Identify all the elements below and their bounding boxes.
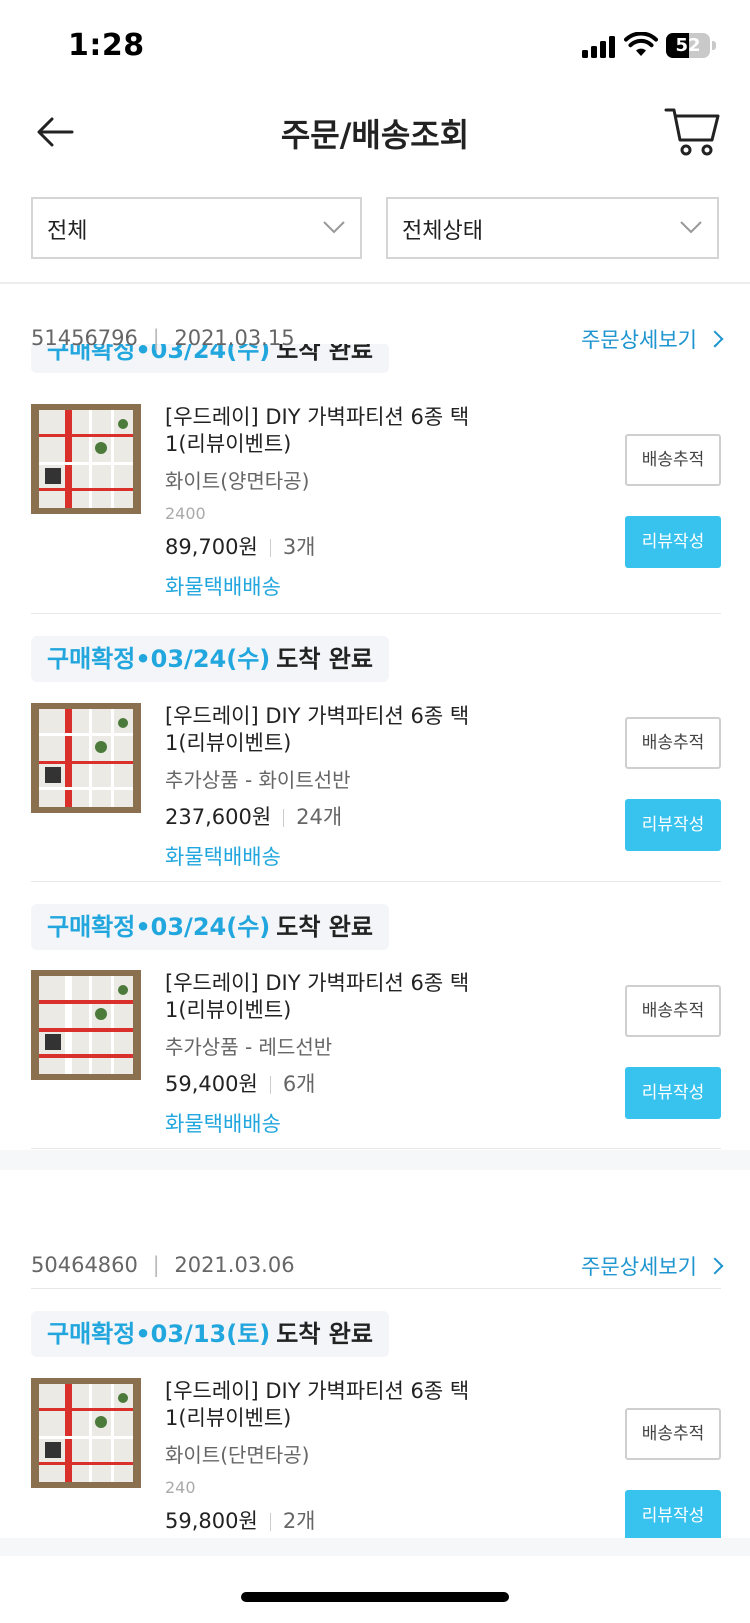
shipping-method: 화물택배배송 <box>165 1112 281 1136</box>
order-item: [우드레이] DIY 가벽파티션 6종 택1(리뷰이벤트) 추가상품 - 화이트… <box>31 703 721 873</box>
product-option: 화이트(단면타공) <box>165 1443 310 1467</box>
track-shipment-button[interactable]: 배송추적 <box>625 717 721 769</box>
product-option: 추가상품 - 화이트선반 <box>165 768 351 792</box>
home-indicator[interactable] <box>241 1592 509 1602</box>
chevron-down-icon <box>680 221 702 234</box>
shipping-method: 화물택배배송 <box>165 575 281 599</box>
product-thumbnail[interactable] <box>31 404 141 514</box>
status-time: 1:28 <box>68 28 145 63</box>
period-filter-value: 전체 <box>47 219 88 244</box>
status-badge: 구매확정•03/24(수) 도착 완료 <box>31 636 389 682</box>
track-shipment-button[interactable]: 배송추적 <box>625 1408 721 1460</box>
product-name[interactable]: [우드레이] DIY 가벽파티션 6종 택1(리뷰이벤트) <box>165 1378 505 1432</box>
product-thumbnail[interactable] <box>31 970 141 1080</box>
shipping-method: 화물택배배송 <box>165 845 281 869</box>
product-quantity: 3개 <box>282 535 316 559</box>
page-title: 주문/배송조회 <box>280 116 470 154</box>
product-name[interactable]: [우드레이] DIY 가벽파티션 6종 택1(리뷰이벤트) <box>165 404 505 458</box>
top-nav: 주문/배송조회 <box>0 90 750 180</box>
battery-icon: 52 <box>666 33 716 58</box>
order-item: [우드레이] DIY 가벽파티션 6종 택1(리뷰이벤트) 추가상품 - 레드선… <box>31 970 721 1140</box>
write-review-button[interactable]: 리뷰작성 <box>625 799 721 851</box>
order-detail-link[interactable]: 주문상세보기 <box>581 1251 724 1281</box>
product-thumbnail[interactable] <box>31 703 141 813</box>
track-shipment-button[interactable]: 배송추적 <box>625 434 721 486</box>
product-quantity: 24개 <box>296 805 343 829</box>
chevron-right-icon <box>706 1257 724 1275</box>
status-filter-value: 전체상태 <box>402 219 483 244</box>
order-detail-label: 주문상세보기 <box>581 328 697 352</box>
product-price: 89,700원 <box>165 535 258 559</box>
product-thumbnail[interactable] <box>31 1378 141 1488</box>
wifi-icon <box>624 32 658 56</box>
write-review-button[interactable]: 리뷰작성 <box>625 516 721 568</box>
chevron-down-icon <box>323 221 345 234</box>
period-filter-select[interactable]: 전체 <box>31 197 362 259</box>
section-gap <box>0 1150 750 1170</box>
status-badge: 구매확정•03/24(수) 도착 완료 <box>31 904 389 950</box>
product-option: 화이트(양면타공) <box>165 469 310 493</box>
status-filter-select[interactable]: 전체상태 <box>386 197 719 259</box>
write-review-button[interactable]: 리뷰작성 <box>625 1067 721 1119</box>
divider <box>31 1148 721 1149</box>
product-price: 59,800원 <box>165 1509 258 1533</box>
product-price: 59,400원 <box>165 1072 258 1096</box>
order-header: 50464860 | 2021.03.06 주문상세보기 <box>31 1247 724 1287</box>
order-detail-link[interactable]: 주문상세보기 <box>581 324 724 354</box>
order-item: [우드레이] DIY 가벽파티션 6종 택1(리뷰이벤트) 화이트(양면타공) … <box>31 404 721 599</box>
divider <box>31 881 721 882</box>
cellular-signal-icon <box>582 36 618 58</box>
order-number: 50464860 <box>31 1253 138 1277</box>
product-name[interactable]: [우드레이] DIY 가벽파티션 6종 택1(리뷰이벤트) <box>165 970 505 1024</box>
product-price: 237,600원 <box>165 805 272 829</box>
order-item: [우드레이] DIY 가벽파티션 6종 택1(리뷰이벤트) 화이트(단면타공) … <box>31 1378 721 1542</box>
product-name[interactable]: [우드레이] DIY 가벽파티션 6종 택1(리뷰이벤트) <box>165 703 505 757</box>
divider <box>31 1288 721 1289</box>
cart-icon[interactable] <box>664 106 720 158</box>
chevron-right-icon <box>706 330 724 348</box>
product-code: 240 <box>165 1478 196 1497</box>
track-shipment-button[interactable]: 배송추적 <box>625 985 721 1037</box>
divider <box>31 613 721 614</box>
order-date: 2021.03.15 <box>174 326 295 350</box>
product-code: 2400 <box>165 504 206 523</box>
order-detail-label: 주문상세보기 <box>581 1255 697 1279</box>
status-badge: 구매확정•03/13(토) 도착 완료 <box>31 1311 389 1357</box>
product-quantity: 2개 <box>282 1509 316 1533</box>
order-date: 2021.03.06 <box>174 1253 295 1277</box>
order-header-sticky: 51456796 | 2021.03.15 주문상세보기 <box>31 320 724 360</box>
bottom-band <box>0 1538 750 1556</box>
product-quantity: 6개 <box>282 1072 316 1096</box>
write-review-button[interactable]: 리뷰작성 <box>625 1490 721 1542</box>
order-number: 51456796 <box>31 326 138 350</box>
battery-level: 52 <box>675 35 701 56</box>
status-bar: 1:28 52 <box>0 0 750 90</box>
product-option: 추가상품 - 레드선반 <box>165 1035 333 1059</box>
